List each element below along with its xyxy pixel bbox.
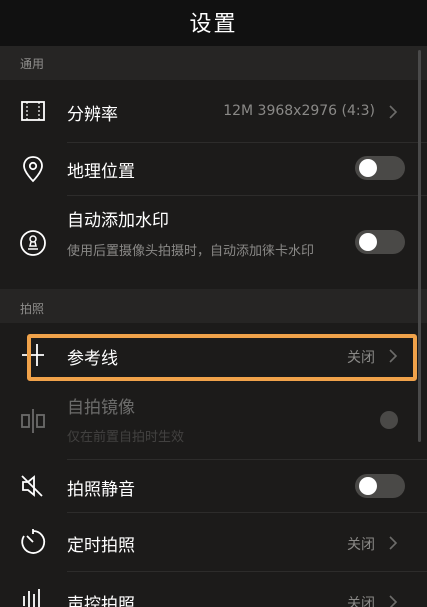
- section-header-general: 通用: [0, 46, 427, 80]
- timer-value: 关闭: [347, 537, 375, 553]
- stamp-icon: [18, 228, 48, 258]
- mirror-toggle: [377, 408, 401, 432]
- resolution-icon: [18, 96, 48, 126]
- setting-row-watermark[interactable]: 自动添加水印 使用后置摄像头拍摄时，自动添加徕卡水印: [0, 196, 427, 289]
- timer-icon: [18, 527, 48, 557]
- location-pin-icon: [18, 154, 48, 184]
- location-label: 地理位置: [67, 162, 135, 182]
- toggle-knob: [359, 159, 377, 177]
- setting-row-mute[interactable]: 拍照静音: [0, 460, 427, 512]
- chevron-right-icon: [386, 104, 400, 119]
- setting-row-timer[interactable]: 定时拍照 关闭: [0, 513, 427, 571]
- scrollbar[interactable]: [418, 50, 421, 442]
- title-bar: 设置: [0, 0, 427, 46]
- chevron-right-icon: [386, 348, 400, 363]
- mute-toggle[interactable]: [355, 474, 405, 498]
- setting-row-location[interactable]: 地理位置: [0, 143, 427, 195]
- mute-label: 拍照静音: [67, 480, 135, 500]
- grid-label: 参考线: [67, 349, 118, 369]
- mirror-icon: [18, 406, 48, 436]
- timer-label: 定时拍照: [67, 536, 135, 556]
- section-label-general: 通用: [20, 57, 45, 71]
- setting-row-mirror: 自拍镜像 仅在前置自拍时生效: [0, 386, 427, 458]
- speaker-mute-icon: [18, 471, 48, 501]
- mirror-description: 仅在前置自拍时生效: [67, 430, 185, 445]
- section-header-photo: 拍照: [0, 289, 427, 323]
- setting-row-voice[interactable]: 声控拍照 关闭: [0, 572, 427, 607]
- voice-icon: [18, 586, 48, 607]
- resolution-value: 12M 3968x2976 (4:3): [223, 103, 375, 119]
- voice-value: 关闭: [347, 596, 375, 607]
- chevron-right-icon: [386, 594, 400, 607]
- section-label-photo: 拍照: [20, 302, 45, 316]
- chevron-right-icon: [386, 535, 400, 550]
- setting-row-resolution[interactable]: 分辨率 12M 3968x2976 (4:3): [0, 80, 427, 142]
- watermark-description: 使用后置摄像头拍摄时，自动添加徕卡水印: [67, 244, 315, 259]
- watermark-label: 自动添加水印: [67, 211, 169, 231]
- toggle-knob: [359, 233, 377, 251]
- toggle-knob: [380, 411, 398, 429]
- grid-icon: [18, 340, 48, 370]
- page-title: 设置: [189, 12, 238, 37]
- grid-value: 关闭: [347, 350, 375, 366]
- voice-label: 声控拍照: [67, 595, 135, 607]
- toggle-knob: [359, 477, 377, 495]
- setting-row-grid[interactable]: 参考线 关闭: [0, 330, 427, 382]
- location-toggle[interactable]: [355, 156, 405, 180]
- resolution-label: 分辨率: [67, 105, 118, 125]
- mirror-label: 自拍镜像: [67, 398, 135, 418]
- watermark-toggle[interactable]: [355, 230, 405, 254]
